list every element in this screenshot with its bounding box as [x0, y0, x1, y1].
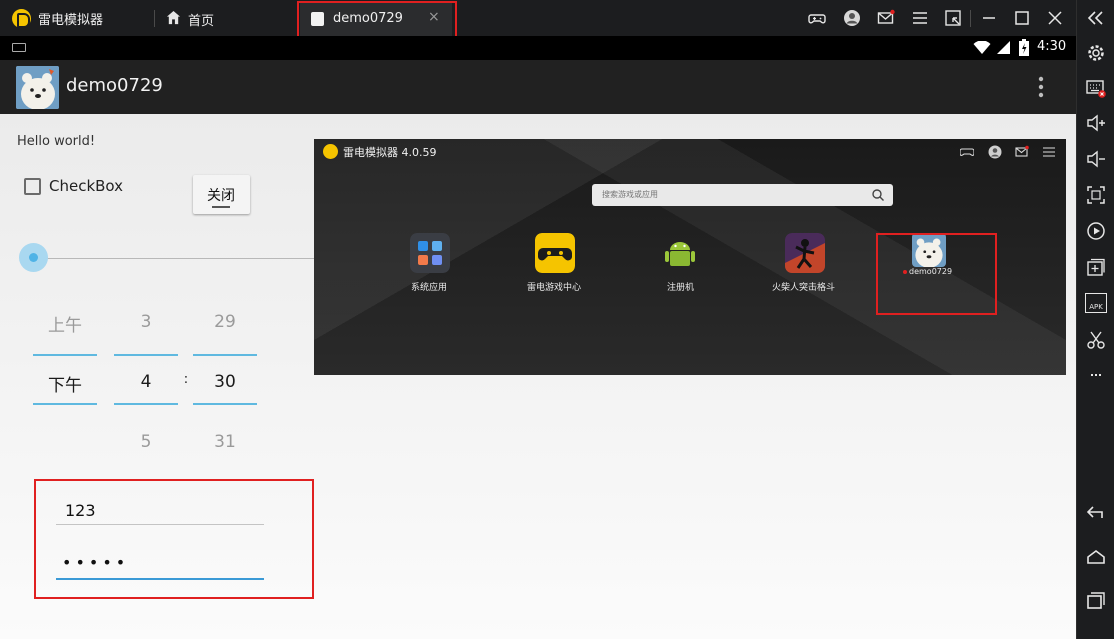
close-button-label: 关闭 — [207, 188, 235, 204]
mail-icon[interactable] — [877, 9, 895, 27]
polar-bear-avatar — [16, 66, 59, 109]
picker-divider — [33, 354, 97, 356]
ampm-selected[interactable]: 下午 — [34, 371, 96, 396]
emulator-titlebar: 雷电模拟器 首页 demo0729 × — [0, 0, 1076, 44]
gamepad-icon — [960, 148, 974, 156]
launcher-title: 雷电模拟器 4.0.59 — [343, 146, 437, 159]
app-label: 雷电游戏中心 — [527, 283, 582, 293]
shrink-icon[interactable] — [944, 9, 962, 27]
seekbar-track[interactable] — [34, 258, 316, 259]
seekbar-thumb[interactable] — [19, 243, 48, 272]
fullscreen-icon[interactable] — [1085, 184, 1107, 206]
collapse-icon[interactable] — [1085, 7, 1107, 29]
add-window-icon[interactable] — [1085, 257, 1107, 279]
app-label: 注册机 — [667, 283, 695, 293]
recents-icon[interactable] — [1085, 590, 1107, 612]
activity-content: Hello world! CheckBox 关闭 上午 下午 3 4 5 : 2… — [0, 114, 1076, 639]
apk-icon[interactable]: APK — [1085, 293, 1107, 313]
launcher-image: 雷电模拟器 4.0.59 搜索游戏或应用 系统应用 雷电游戏中心 注册机 火柴人… — [314, 139, 1066, 375]
battery-icon — [1019, 39, 1029, 56]
menu-icon[interactable] — [911, 9, 929, 27]
ldplayer-logo-icon — [12, 9, 31, 28]
account-icon — [988, 145, 1002, 159]
game-center-icon — [535, 233, 575, 273]
divider — [970, 10, 971, 27]
volume-down-icon[interactable] — [1085, 148, 1107, 170]
status-bar: 4:30 — [0, 36, 1076, 60]
launcher-search-placeholder: 搜索游戏或应用 — [602, 190, 658, 199]
picker-divider — [193, 403, 257, 405]
record-icon[interactable] — [1085, 220, 1107, 242]
android-icon — [665, 242, 695, 266]
hour-prev[interactable]: 3 — [114, 312, 178, 332]
android-screen: 4:30 demo0729 Hello world! CheckBox 关闭 上… — [0, 36, 1076, 639]
account-icon[interactable] — [843, 9, 861, 27]
time-separator: : — [183, 372, 189, 387]
hello-text: Hello world! — [17, 134, 96, 149]
more-icon[interactable] — [1085, 364, 1107, 386]
ampm-prev[interactable]: 上午 — [34, 311, 96, 336]
signal-icon — [997, 41, 1010, 54]
minute-prev[interactable]: 29 — [193, 312, 257, 332]
divider — [154, 10, 155, 27]
system-apps-icon — [410, 233, 450, 273]
hour-next[interactable]: 5 — [114, 432, 178, 452]
status-clock: 4:30 — [1037, 39, 1067, 54]
settings-icon[interactable] — [1085, 42, 1107, 64]
apk-label: APK — [1089, 303, 1103, 311]
minute-next[interactable]: 31 — [193, 432, 257, 452]
keymap-icon[interactable] — [1085, 77, 1107, 99]
checkbox-label[interactable]: CheckBox — [49, 177, 123, 195]
emulator-sidebar: APK — [1076, 0, 1114, 639]
scissors-icon[interactable] — [1085, 329, 1107, 351]
app-label: 火柴人突击格斗 — [772, 283, 836, 293]
app-label: 系统应用 — [411, 283, 448, 293]
stickman-game-icon — [785, 233, 825, 273]
app-highlight-box — [876, 233, 997, 315]
search-icon — [872, 189, 884, 201]
minute-selected[interactable]: 30 — [193, 372, 257, 392]
volume-up-icon[interactable] — [1085, 112, 1107, 134]
home-icon[interactable] — [166, 10, 181, 25]
picker-divider — [193, 354, 257, 356]
launcher-titlebar: 雷电模拟器 4.0.59 — [314, 139, 1066, 166]
launcher-search-input: 搜索游戏或应用 — [592, 184, 893, 206]
username-value: 123 — [65, 501, 96, 520]
picker-divider — [114, 403, 178, 405]
close-button[interactable]: 关闭 — [193, 175, 250, 214]
actionbar-title: demo0729 — [66, 75, 163, 96]
wifi-icon — [973, 41, 991, 54]
home-tab-label[interactable]: 首页 — [188, 10, 214, 29]
minimize-icon[interactable] — [980, 9, 998, 27]
mail-icon — [1015, 145, 1029, 157]
password-value: ••••• — [62, 553, 130, 572]
action-bar: demo0729 — [0, 60, 1076, 114]
gamepad-icon[interactable] — [808, 9, 826, 27]
checkbox[interactable] — [24, 178, 41, 195]
back-icon[interactable] — [1085, 502, 1107, 524]
app-name: 雷电模拟器 — [38, 13, 104, 28]
username-field[interactable]: 123 — [56, 497, 264, 525]
picker-divider — [114, 354, 178, 356]
menu-icon — [1043, 147, 1055, 157]
hour-selected[interactable]: 4 — [114, 372, 178, 392]
password-field[interactable]: ••••• — [56, 550, 264, 580]
close-icon[interactable] — [1046, 9, 1064, 27]
maximize-icon[interactable] — [1013, 9, 1031, 27]
home-icon[interactable] — [1085, 546, 1107, 568]
picker-divider — [33, 403, 97, 405]
overflow-menu-icon[interactable] — [1034, 74, 1048, 100]
ldplayer-logo-icon — [323, 144, 338, 159]
keyboard-icon — [12, 43, 26, 52]
